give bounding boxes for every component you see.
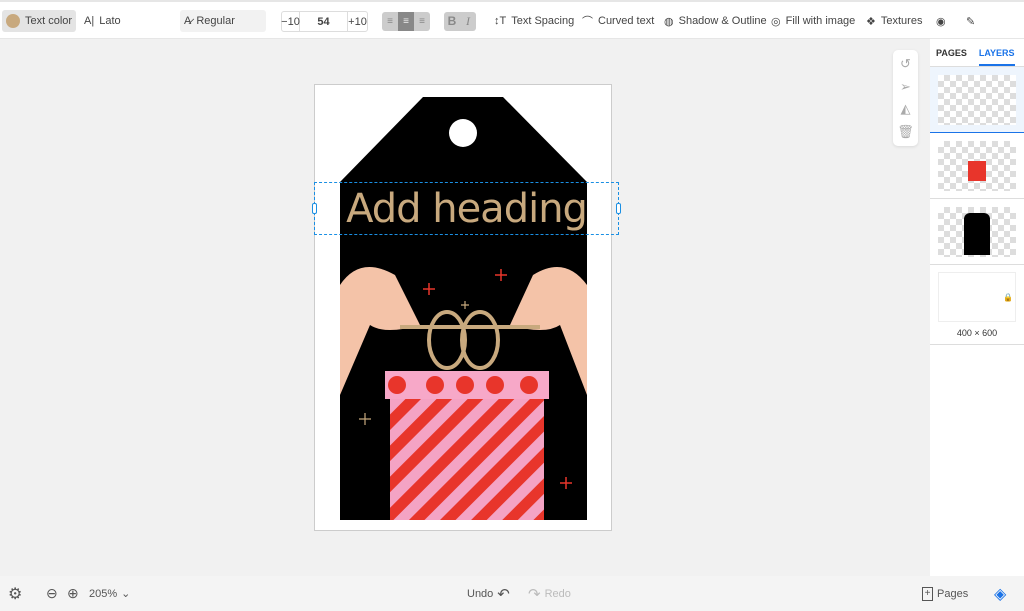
flip-icon[interactable]: ◭ [901,101,911,117]
layer-gift-image[interactable] [930,133,1024,199]
align-right-icon[interactable]: ≡ [414,12,430,31]
curved-text-label: Curved text [598,15,655,27]
layer-tag[interactable] [930,199,1024,265]
text-color-label: Text color [25,15,73,27]
font-family-button[interactable]: A| Lato [80,10,125,32]
layer-thumbnail [938,140,1016,191]
layers-effect-icon: ◉ [936,15,946,28]
fill-image-button[interactable]: ◎ Fill with image [767,10,859,32]
layers-panel: PAGES LAYERS × 🔒 400 × 600 [930,39,1024,576]
gift-tag-illustration [340,97,587,520]
align-center-icon[interactable]: ≡ [398,12,414,31]
zoom-out-icon[interactable]: ⊖ [46,585,58,602]
eraser-button[interactable]: ✎ [962,10,979,32]
curve-icon: ⌒ [582,16,593,28]
zoom-in-icon[interactable]: ⊕ [67,585,79,602]
lock-icon[interactable]: 🔒 [1003,293,1013,302]
style-group: B I [444,12,476,31]
text-spacing-icon: ↕T [494,15,507,27]
tab-pages[interactable]: PAGES [936,48,967,58]
textures-button[interactable]: ❖ Textures [862,10,926,32]
effects-button[interactable]: ◉ [932,10,950,32]
layers-icon[interactable]: ◈ [994,584,1006,604]
trash-icon[interactable]: 🗑 [897,124,914,140]
layer-text[interactable] [930,67,1024,133]
redo-label: Redo [544,587,571,600]
layer-thumbnail [938,206,1016,257]
layer-thumbnail: 🔒 [938,271,1016,322]
font-size-stepper: −10 54 +10 [281,11,368,32]
add-page-icon: + [922,586,933,601]
color-swatch [6,14,20,28]
rotate-icon[interactable]: ↺ [900,56,911,72]
textures-icon: ❖ [866,15,876,28]
redo-icon: ↷ [528,585,541,603]
pages-button[interactable]: + Pages [922,586,969,601]
eraser-icon: ✎ [966,15,976,28]
redo-button[interactable]: ↷ Redo [528,585,571,603]
bold-button[interactable]: B [444,12,460,31]
textures-label: Textures [880,15,923,27]
font-size-input[interactable]: 54 [300,12,347,31]
font-weight-select[interactable]: A̷ Regular [180,10,266,32]
font-icon: A| [84,15,95,27]
shadow-outline-label: Shadow & Outline [678,15,767,27]
weight-icon: A̷ [184,15,192,27]
shadow-outline-button[interactable]: ◍ Shadow & Outline [660,10,771,32]
shadow-icon: ◍ [664,15,674,28]
top-toolbar: Text color A| Lato A̷ Regular −10 54 +10 ≡… [0,0,1024,39]
zoom-level: 205% [89,587,118,600]
undo-icon: ↶ [497,585,510,603]
chevron-down-icon: ⌄ [121,588,131,600]
text-align-group: ≡ ≡ ≡ [382,12,430,31]
align-left-icon[interactable]: ≡ [382,12,398,31]
tag-hole [449,119,477,147]
undo-button[interactable]: Undo ↶ [467,585,510,603]
tab-layers[interactable]: LAYERS [978,40,1015,66]
settings-icon[interactable]: ⚙ [8,584,22,604]
resize-handle-right[interactable] [616,203,621,214]
curved-text-button[interactable]: ⌒ Curved text [578,10,658,32]
design-page[interactable] [314,84,612,531]
text-spacing-button[interactable]: ↕T Text Spacing [490,10,578,32]
text-spacing-label: Text Spacing [511,15,575,27]
fill-image-icon: ◎ [771,15,781,28]
pages-label: Pages [937,587,969,600]
bottom-bar: ⚙ ⊖ ⊕ 205% ⌄ Undo ↶ ↷ Redo + Pages ◈ [0,576,1024,611]
zoom-select[interactable]: 205% ⌄ [89,587,131,601]
page-size-label: 400 × 600 [956,327,998,338]
floating-actions: ↺ ➢ ◭ 🗑 [893,50,918,146]
resize-handle-left[interactable] [312,203,317,214]
heading-text[interactable]: Add heading [339,186,594,232]
text-color-button[interactable]: Text color [2,10,77,32]
italic-button[interactable]: I [460,12,476,31]
size-decrease-button[interactable]: −10 [281,12,300,31]
gift-box [390,398,544,520]
fill-image-label: Fill with image [785,15,856,27]
layer-background[interactable]: 🔒 400 × 600 [930,265,1024,345]
size-increase-button[interactable]: +10 [347,12,367,31]
layer-thumbnail [938,74,1016,125]
font-name: Lato [99,15,121,27]
weight-label: Regular [196,15,235,27]
send-icon[interactable]: ➢ [900,79,911,95]
undo-label: Undo [467,587,494,600]
